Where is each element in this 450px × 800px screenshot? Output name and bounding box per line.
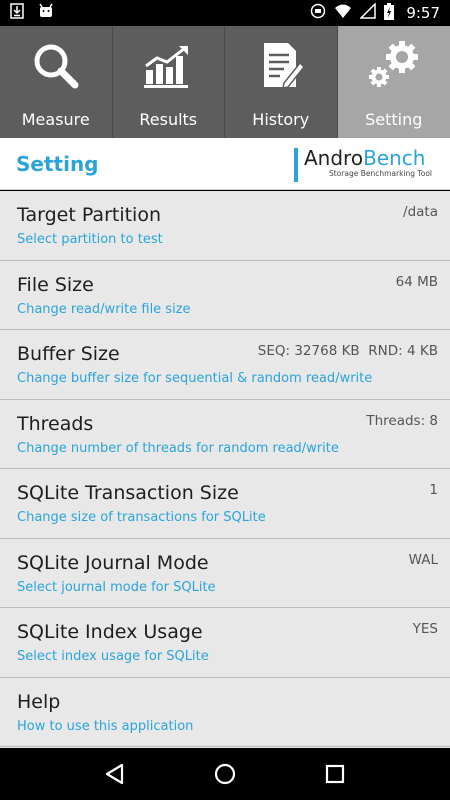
- setting-sqlite-journal-mode[interactable]: SQLite Journal Mode Select journal mode …: [0, 539, 450, 608]
- tab-history[interactable]: History: [225, 26, 338, 138]
- status-time: 9:57: [406, 4, 440, 22]
- setting-title: SQLite Transaction Size: [17, 482, 239, 504]
- download-icon: [10, 3, 24, 23]
- setting-help[interactable]: Help How to use this application: [0, 678, 450, 747]
- android-icon: [38, 3, 54, 23]
- tab-label: Results: [139, 110, 198, 129]
- setting-subtitle: Change buffer size for sequential & rand…: [17, 371, 373, 386]
- setting-sqlite-index-usage[interactable]: SQLite Index Usage Select index usage fo…: [0, 608, 450, 678]
- setting-title: Target Partition: [17, 204, 162, 226]
- tab-label: Measure: [21, 110, 90, 129]
- setting-value: Threads: 8: [366, 412, 438, 429]
- settings-list: Target Partition Select partition to tes…: [0, 191, 450, 748]
- back-button[interactable]: [95, 754, 135, 794]
- setting-title: SQLite Index Usage: [17, 621, 203, 643]
- tab-results[interactable]: Results: [112, 26, 225, 138]
- search-icon: [28, 40, 84, 92]
- setting-value: SEQ: 32768 KB RND: 4 KB: [257, 343, 438, 359]
- home-icon: [214, 763, 236, 785]
- tab-bar: Measure Results History Setting: [0, 26, 450, 138]
- logo-text-part1: Andro: [304, 146, 364, 170]
- tab-label: History: [252, 110, 310, 129]
- setting-buffer-size[interactable]: Buffer Size Change buffer size for seque…: [0, 330, 450, 400]
- setting-title: SQLite Journal Mode: [17, 551, 209, 574]
- setting-subtitle: Change read/write file size: [17, 301, 191, 317]
- setting-value: 1: [429, 482, 438, 498]
- setting-subtitle: Change size of transactions for SQLite: [17, 510, 266, 525]
- logo-text-part2: Bench: [363, 146, 426, 170]
- setting-sqlite-transaction-size[interactable]: SQLite Transaction Size Change size of t…: [0, 469, 450, 539]
- setting-target-partition[interactable]: Target Partition Select partition to tes…: [0, 191, 450, 261]
- recents-button[interactable]: [315, 754, 355, 794]
- navigation-bar: [0, 748, 450, 800]
- sync-icon: [310, 3, 326, 23]
- setting-title: File Size: [17, 273, 94, 296]
- setting-subtitle: How to use this application: [17, 718, 194, 734]
- tab-measure[interactable]: Measure: [0, 26, 113, 138]
- status-left: [10, 3, 54, 23]
- page-title: Setting: [16, 151, 99, 176]
- home-button[interactable]: [205, 754, 245, 794]
- chart-icon: [140, 40, 196, 92]
- setting-subtitle: Select journal mode for SQLite: [17, 579, 216, 595]
- signal-icon: [359, 2, 377, 23]
- back-icon: [105, 763, 124, 785]
- page-header: Setting AndroBench Storage Benchmarking …: [0, 138, 450, 190]
- setting-value: /data: [403, 204, 438, 220]
- setting-subtitle: Select partition to test: [17, 232, 163, 247]
- wifi-icon: [334, 3, 352, 23]
- setting-title: Help: [17, 690, 61, 713]
- setting-file-size[interactable]: File Size Change read/write file size 64…: [0, 261, 450, 330]
- setting-threads[interactable]: Threads Change number of threads for ran…: [0, 400, 450, 469]
- setting-value: 64 MB: [395, 273, 438, 290]
- recents-icon: [325, 764, 345, 784]
- setting-subtitle: Select index usage for SQLite: [17, 649, 209, 664]
- setting-value: YES: [412, 621, 438, 637]
- setting-value: WAL: [408, 551, 438, 568]
- document-icon: [253, 40, 309, 92]
- setting-subtitle: Change number of threads for random read…: [17, 440, 339, 456]
- logo-text: AndroBench: [304, 148, 434, 169]
- battery-icon: [384, 2, 395, 24]
- status-right: 9:57: [310, 2, 440, 24]
- logo-subtitle: Storage Benchmarking Tool: [329, 169, 432, 178]
- gear-icon: [366, 40, 422, 92]
- tab-label: Setting: [365, 110, 423, 129]
- androbench-logo: AndroBench Storage Benchmarking Tool: [294, 148, 434, 182]
- tab-setting[interactable]: Setting: [337, 26, 450, 138]
- status-bar: 9:57: [0, 0, 450, 26]
